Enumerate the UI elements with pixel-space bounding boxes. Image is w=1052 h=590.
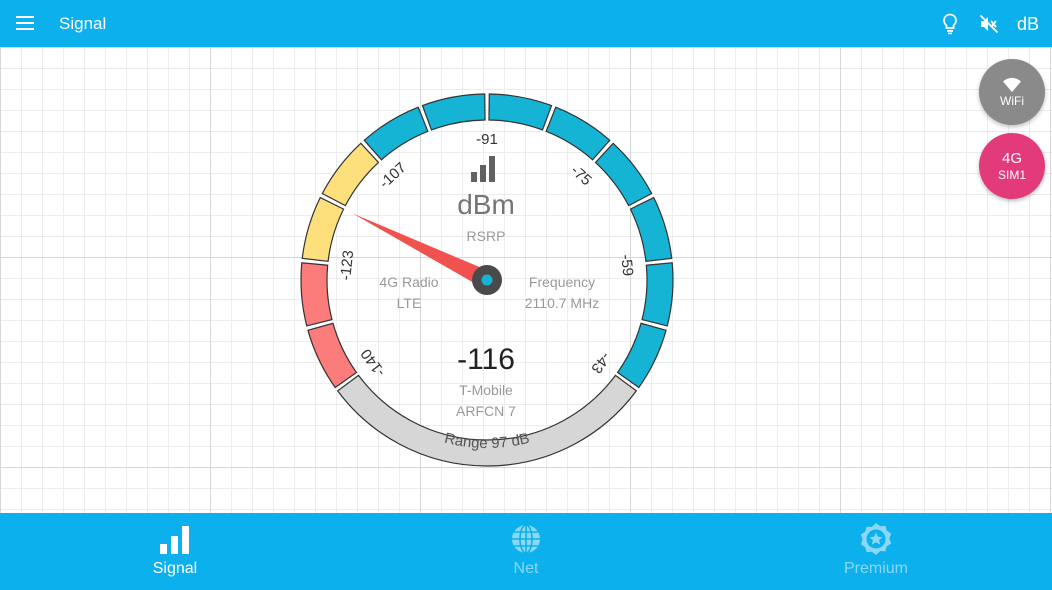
nav-label-net: Net [513,560,539,577]
nav-tab-net[interactable]: Net [351,513,701,590]
bottom-navigation: Signal Net Premium [0,513,1052,590]
signal-strength-icon [470,154,500,187]
frequency-label: Frequency [528,274,596,290]
sim-label: SIM1 [997,167,1026,182]
signal-value: -116 [457,343,515,376]
frequency-value: 2110.7 MHz [524,295,600,311]
arfcn-value: ARFCN 7 [456,403,516,419]
wifi-toggle-button[interactable]: WiFi [979,59,1045,125]
badge-star-icon [860,523,892,555]
nav-tab-signal[interactable]: Signal [0,513,350,590]
db-unit-button[interactable]: dB [1013,9,1043,39]
gauge-metric: RSRP [466,228,506,244]
gauge-unit: dBm [457,189,515,220]
wifi-label: WiFi [1000,93,1024,108]
app-root: Signal dB Range 97 dB -140 -123 -107 -91 -75… [0,0,1052,590]
radio-type: LTE [396,295,422,311]
menu-button[interactable] [10,8,40,38]
signal-bars-icon [160,526,189,554]
radio-label: 4G Radio [379,274,439,290]
wifi-icon [1003,77,1021,92]
lightbulb-button[interactable] [935,9,965,39]
volume-off-icon [979,14,999,34]
nav-label-premium: Premium [843,560,908,577]
globe-icon [512,524,540,554]
page-title: Signal [59,14,107,33]
sim-tech-label: 4G [1001,149,1022,167]
nav-tab-premium[interactable]: Premium [701,513,1051,590]
lightbulb-icon [943,13,957,35]
operator-name: T-Mobile [459,382,513,398]
sim-toggle-button[interactable]: 4G SIM1 [979,133,1045,199]
hamburger-menu-icon [16,16,34,30]
mute-button[interactable] [974,9,1004,39]
top-app-bar: Signal dB [0,0,1052,47]
nav-label-signal: Signal [152,560,198,577]
